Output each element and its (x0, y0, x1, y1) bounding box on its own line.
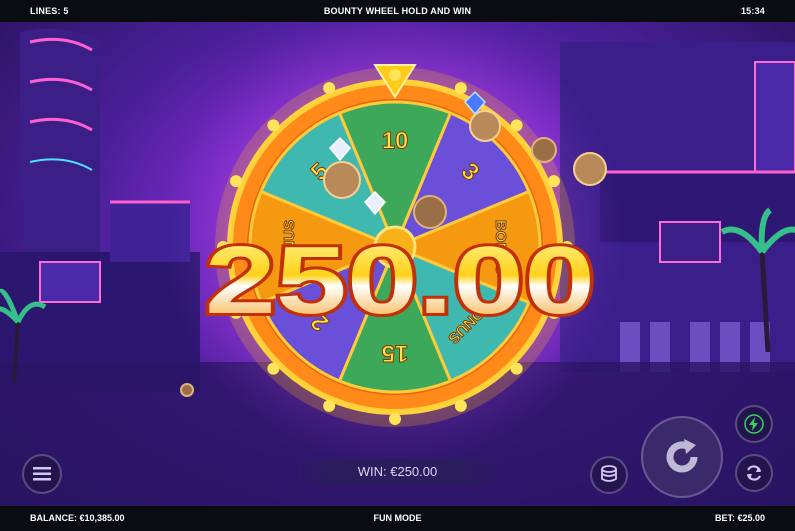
turbo-button[interactable] (735, 405, 773, 443)
bet-amount: BET: €25.00 (714, 513, 765, 523)
rim-bulb (267, 362, 280, 375)
clock: 15:34 (740, 6, 765, 16)
win-amount-text: WIN: €250.00 (357, 464, 438, 479)
wheel-segment-label: 15 (382, 340, 409, 367)
wheel-segment-label: 10 (382, 127, 409, 154)
game-title: BOUNTY WHEEL HOLD AND WIN (323, 6, 472, 16)
rim-bulb (547, 175, 560, 188)
rim-bulb (230, 175, 243, 188)
rim-bulb (389, 413, 401, 425)
rim-bulb (267, 119, 280, 132)
menu-button[interactable] (22, 454, 62, 494)
rim-bulb (510, 362, 523, 375)
top-bar: LINES: 5 BOUNTY WHEEL HOLD AND WIN 15:34 (0, 0, 795, 22)
big-win-banner: 250.00 (202, 225, 598, 335)
spin-icon (666, 439, 698, 473)
coin-icon (573, 152, 607, 186)
rim-bulb (323, 399, 336, 412)
autoplay-icon (746, 465, 762, 481)
rim-bulb (454, 82, 467, 95)
menu-icon (33, 467, 51, 481)
bottom-bar: BALANCE: €10,385.00 FUN MODE BET: €25.00 (0, 506, 795, 531)
bet-button[interactable] (590, 456, 628, 494)
big-win-amount: 250.00 (205, 227, 595, 334)
rim-bulb (510, 119, 523, 132)
win-display: WIN: €250.00 (290, 459, 505, 485)
autoplay-button[interactable] (735, 454, 773, 492)
mode-label: FUN MODE (373, 513, 422, 523)
rim-bulb (389, 69, 401, 81)
turbo-icon (744, 414, 764, 434)
rim-bulb (454, 399, 467, 412)
rim-bulb (323, 82, 336, 95)
spin-button[interactable] (641, 416, 723, 498)
coin-stack-icon (601, 465, 617, 482)
